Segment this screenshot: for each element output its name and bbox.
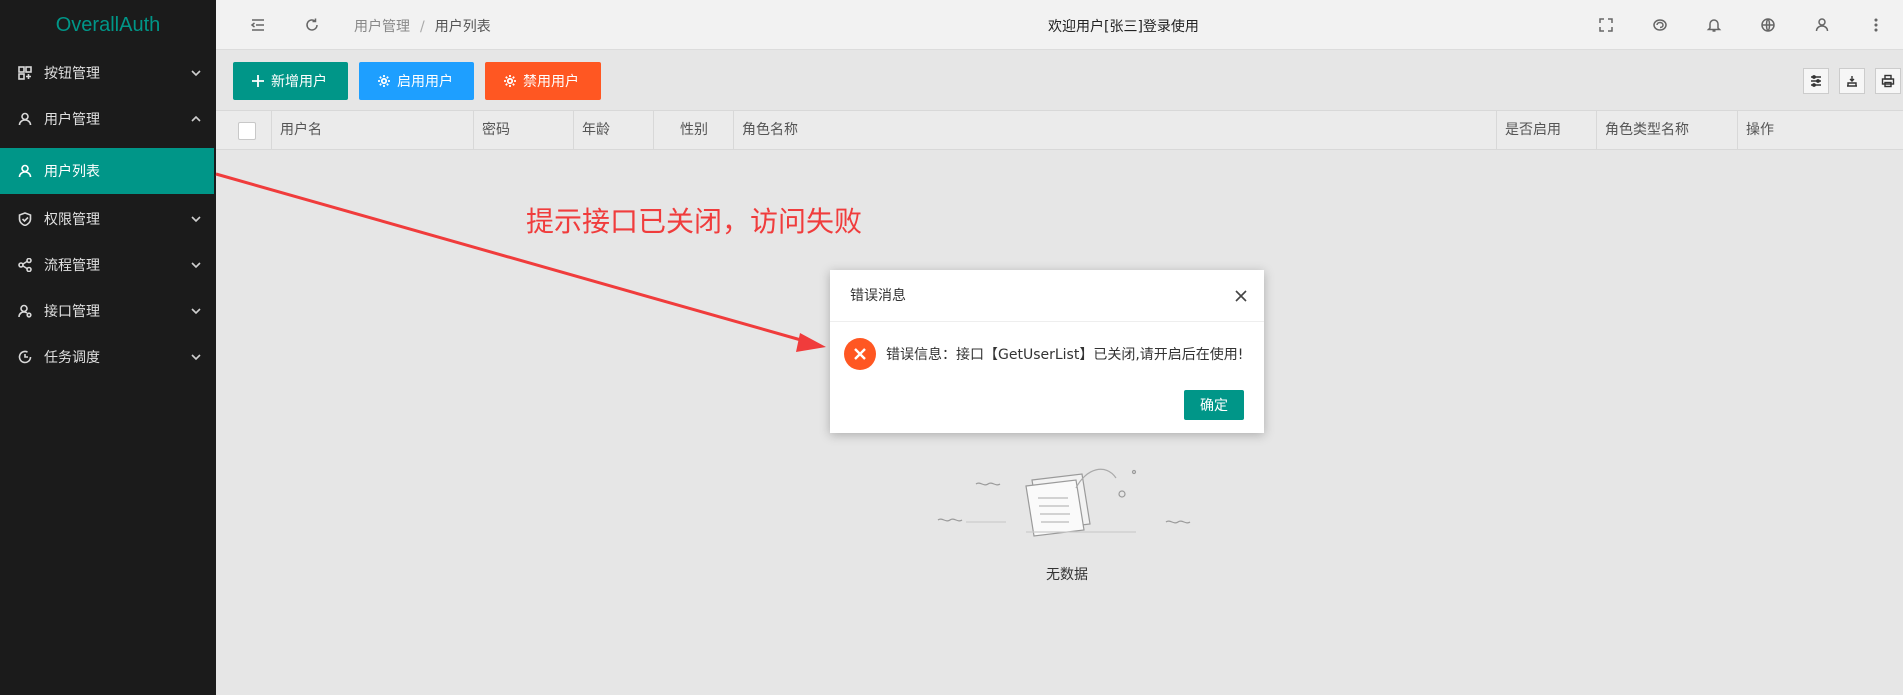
- refresh-icon[interactable]: [304, 17, 320, 33]
- chevron-down-icon: [190, 67, 202, 79]
- sidebar-item-user-list[interactable]: 用户列表: [0, 148, 214, 194]
- fullscreen-icon[interactable]: [1598, 17, 1614, 33]
- sidebar-item-label: 用户管理: [44, 112, 100, 128]
- column-header-enabled[interactable]: 是否启用: [1496, 111, 1596, 149]
- error-dialog: 错误消息 错误信息：接口【GetUserList】已关闭,请开启后在使用! 确定: [830, 270, 1264, 433]
- schedule-icon: [18, 350, 32, 364]
- sidebar-item-task-scheduling[interactable]: 任务调度: [0, 334, 216, 380]
- sidebar-item-label: 权限管理: [44, 212, 100, 228]
- empty-data-illustration: [937, 468, 1191, 537]
- enable-user-button[interactable]: 启用用户: [359, 62, 474, 100]
- grid-icon: [18, 66, 32, 80]
- column-header-role-type[interactable]: 角色类型名称: [1596, 111, 1737, 149]
- empty-data-text: 无数据: [1046, 567, 1088, 583]
- user-icon: [18, 164, 32, 178]
- column-header-role-name[interactable]: 角色名称: [733, 111, 1496, 149]
- sidebar-item-api-management[interactable]: 接口管理: [0, 288, 216, 334]
- export-icon: [1847, 76, 1857, 87]
- gear-icon: [504, 75, 516, 87]
- error-message: 错误信息：接口【GetUserList】已关闭,请开启后在使用!: [886, 347, 1244, 363]
- error-icon: [844, 338, 876, 370]
- sidebar: OverallAuth 按钮管理 用户管理 用户列表 权限管理 流程管理 接口管…: [0, 0, 216, 695]
- chevron-down-icon: [190, 305, 202, 317]
- more-vertical-icon[interactable]: [1868, 17, 1884, 33]
- chevron-up-icon: [190, 113, 202, 125]
- globe-icon[interactable]: [1760, 17, 1776, 33]
- bell-icon[interactable]: [1706, 17, 1722, 33]
- column-header-actions[interactable]: 操作: [1737, 111, 1903, 149]
- shield-icon: [18, 212, 32, 226]
- breadcrumb-item[interactable]: 用户管理: [354, 19, 410, 35]
- disable-user-label: 禁用用户: [523, 74, 579, 90]
- column-header-gender[interactable]: 性别: [653, 111, 733, 149]
- table-header: 用户名 密码 年龄 性别 角色名称 是否启用 角色类型名称 操作: [216, 110, 1903, 150]
- add-user-button[interactable]: 新增用户: [233, 62, 348, 100]
- chevron-down-icon: [190, 351, 202, 363]
- theme-icon[interactable]: [1652, 17, 1668, 33]
- print-icon: [1881, 74, 1895, 88]
- column-header-username[interactable]: 用户名: [271, 111, 473, 149]
- column-header-password[interactable]: 密码: [473, 111, 573, 149]
- top-header: 用户管理 / 用户列表 欢迎用户[张三]登录使用: [216, 0, 1903, 50]
- app-logo: OverallAuth: [55, 14, 161, 36]
- sidebar-item-button-management[interactable]: 按钮管理: [0, 50, 216, 96]
- enable-user-label: 启用用户: [397, 74, 453, 90]
- sidebar-item-label: 任务调度: [44, 350, 100, 366]
- user-gear-icon: [18, 304, 32, 318]
- sidebar-nav: 按钮管理 用户管理 用户列表 权限管理 流程管理 接口管理 任务调度: [0, 50, 216, 380]
- confirm-button[interactable]: 确定: [1184, 390, 1244, 420]
- print-button[interactable]: [1875, 68, 1901, 94]
- select-all-checkbox[interactable]: [238, 122, 256, 140]
- chevron-down-icon: [190, 213, 202, 225]
- column-header-age[interactable]: 年龄: [573, 111, 653, 149]
- select-all-cell: [216, 111, 271, 149]
- dialog-title: 错误消息: [830, 270, 1264, 322]
- sliders-icon: [1811, 75, 1821, 87]
- sidebar-item-user-management[interactable]: 用户管理: [0, 96, 216, 142]
- plus-icon: [252, 75, 264, 87]
- sidebar-item-label: 接口管理: [44, 304, 100, 320]
- breadcrumb: 用户管理 / 用户列表: [354, 16, 491, 36]
- close-icon[interactable]: [1234, 289, 1248, 303]
- sidebar-item-label: 流程管理: [44, 258, 100, 274]
- breadcrumb-current: 用户列表: [434, 19, 491, 35]
- sidebar-item-label: 用户列表: [44, 164, 100, 180]
- table-toolbar: 新增用户 启用用户 禁用用户: [216, 50, 1903, 110]
- disable-user-button[interactable]: 禁用用户: [485, 62, 601, 100]
- add-user-label: 新增用户: [271, 74, 327, 90]
- user-profile-icon[interactable]: [1814, 17, 1830, 33]
- gear-icon: [378, 75, 390, 87]
- sidebar-item-label: 按钮管理: [44, 66, 100, 82]
- dialog-body: 错误信息：接口【GetUserList】已关闭,请开启后在使用!: [844, 338, 1243, 370]
- share-icon: [18, 258, 32, 272]
- sidebar-item-process-management[interactable]: 流程管理: [0, 242, 216, 288]
- column-filter-button[interactable]: [1803, 68, 1829, 94]
- chevron-down-icon: [190, 259, 202, 271]
- welcome-text: 欢迎用户[张三]登录使用: [1048, 19, 1199, 35]
- user-icon: [18, 112, 32, 126]
- breadcrumb-separator: /: [420, 19, 425, 35]
- sidebar-item-permission-management[interactable]: 权限管理: [0, 196, 216, 242]
- annotation-text: 提示接口已关闭，访问失败: [526, 205, 863, 238]
- export-button[interactable]: [1839, 68, 1865, 94]
- menu-collapse-icon[interactable]: [250, 17, 266, 33]
